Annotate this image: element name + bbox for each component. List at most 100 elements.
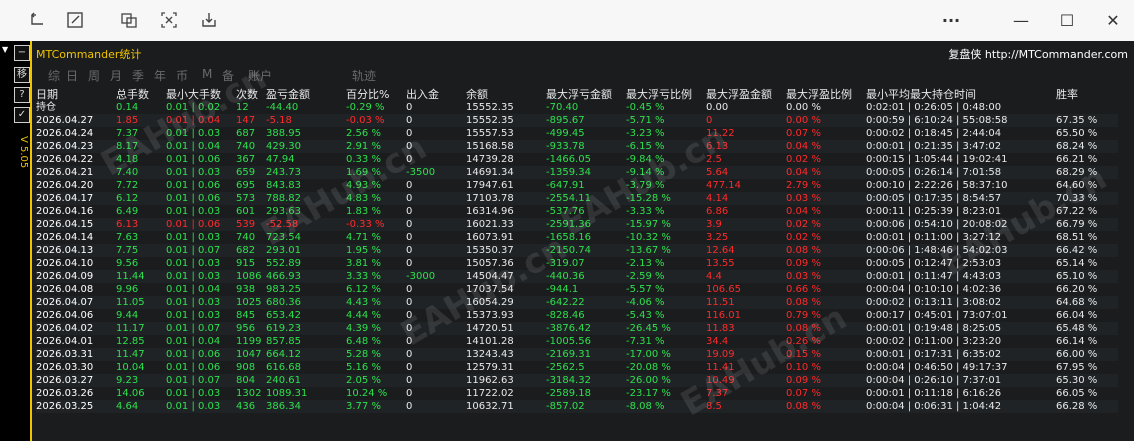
tab-9[interactable]: 账户 — [248, 67, 272, 84]
table-cell: 0:00:06 | 0:54:10 | 20:08:02 — [866, 218, 1056, 231]
column-header[interactable]: 最大浮亏金额 — [546, 88, 626, 101]
column-header[interactable]: 盈亏金额 — [266, 88, 346, 101]
table-row[interactable]: 2026.03.27 9.23 0.01 | 0.07 804 240.61 2.05 %… — [36, 374, 1118, 387]
table-cell: 2026.03.30 — [36, 362, 94, 373]
table-cell: -2150.74 — [546, 244, 626, 257]
table-cell: 68.51 % — [1056, 232, 1098, 243]
table-row[interactable]: 2026.04.16 6.49 0.01 | 0.03 601 293.63 1.83 %… — [36, 205, 1118, 218]
table-cell: 0.01 | 0.03 — [166, 258, 221, 269]
capture-icon[interactable] — [156, 8, 182, 32]
table-cell: 0.07 % — [786, 388, 821, 399]
table-cell: 687 — [236, 128, 256, 139]
table-cell: -8.08 % — [626, 400, 706, 413]
table-cell: 15373.93 — [466, 310, 514, 321]
column-header[interactable]: 最小平均最大持仓时间 — [866, 88, 1056, 101]
table-row[interactable]: 2026.03.26 14.06 0.01 | 0.03 1302 1089.31 10.… — [36, 387, 1118, 400]
column-header[interactable]: 最大浮盈金额 — [706, 88, 786, 101]
table-cell: 19.09 — [706, 348, 786, 361]
site-link[interactable]: 复盘侠 http://MTCommander.com — [948, 46, 1128, 62]
table-cell: 0 — [406, 206, 413, 217]
column-header[interactable]: 次数 — [236, 88, 266, 101]
table-cell: 11.22 — [706, 128, 735, 139]
tab-0[interactable]: 综 — [48, 67, 60, 84]
holding-row[interactable]: 持仓 0.14 0.01 | 0.02 12 -44.40 -0.29 % 0 15552.3… — [36, 101, 1118, 114]
table-cell: 0.02 % — [786, 218, 866, 231]
column-header[interactable]: 最小大手数 — [166, 88, 236, 101]
column-header[interactable]: 余额 — [466, 88, 546, 101]
table-cell: 0 — [406, 296, 466, 309]
column-header[interactable]: 胜率 — [1056, 88, 1118, 101]
table-row[interactable]: 2026.03.25 4.64 0.01 | 0.03 436 386.34 3.77 %… — [36, 400, 1118, 413]
table-row[interactable]: 2026.04.06 9.44 0.01 | 0.03 845 653.42 4.44 %… — [36, 309, 1118, 322]
table-cell: 0:00:05 | 0:17:35 | 8:54:57 — [866, 192, 1056, 205]
table-cell: 0.01 | 0.06 — [166, 348, 236, 361]
column-header[interactable]: 百分比% — [346, 88, 406, 101]
table-row[interactable]: 2026.04.10 9.56 0.01 | 0.03 915 552.89 3.81 %… — [36, 257, 1118, 270]
tab-5[interactable]: 年 — [154, 67, 166, 84]
table-cell: 915 — [236, 258, 256, 269]
table-cell: 1089.31 — [266, 388, 308, 399]
table-cell: 0.07 % — [786, 128, 821, 139]
table-row[interactable]: 2026.04.20 7.72 0.01 | 0.06 695 843.83 4.93 %… — [36, 179, 1118, 192]
tab-3[interactable]: 月 — [110, 67, 122, 84]
table-cell: 64.68 % — [1056, 296, 1118, 309]
table-cell: 0.01 | 0.06 — [166, 154, 221, 165]
column-header[interactable]: 总手数 — [116, 88, 166, 101]
table-cell: 4.93 % — [346, 180, 381, 191]
table-cell: -70.40 — [546, 102, 579, 113]
table-row[interactable]: 2026.03.30 10.04 0.01 | 0.06 908 616.68 5.16 … — [36, 361, 1118, 374]
column-header[interactable]: 出入金 — [406, 88, 466, 101]
check-icon[interactable]: ✓ — [14, 107, 30, 123]
table-row[interactable]: 2026.03.31 11.47 0.01 | 0.06 1047 664.12 5.28… — [36, 348, 1118, 361]
table-cell: -26.45 % — [626, 322, 706, 335]
tab-7[interactable]: M — [202, 67, 212, 81]
table-cell: 11.05 — [116, 296, 166, 309]
download-icon[interactable] — [196, 8, 222, 32]
table-row[interactable]: 2026.04.14 7.63 0.01 | 0.03 740 723.54 4.71 %… — [36, 231, 1118, 244]
column-header[interactable]: 日期 — [36, 88, 116, 101]
table-row[interactable]: 2026.04.17 6.12 0.01 | 0.06 573 788.82 4.83 %… — [36, 192, 1118, 205]
table-row[interactable]: 2026.04.13 7.75 0.01 | 0.07 682 293.01 1.95 %… — [36, 244, 1118, 257]
tab-8[interactable]: 备 — [222, 67, 234, 84]
table-row[interactable]: 2026.04.21 7.40 0.01 | 0.03 659 243.73 1.69 %… — [36, 166, 1118, 179]
move-icon[interactable]: 移 — [14, 67, 30, 83]
table-cell: 0 — [406, 180, 413, 191]
table-row[interactable]: 2026.04.24 7.37 0.01 | 0.03 687 388.95 2.56 %… — [36, 127, 1118, 140]
maximize-icon[interactable]: ☐ — [1050, 8, 1084, 32]
undo-icon[interactable] — [24, 8, 50, 32]
edit-icon[interactable] — [62, 8, 88, 32]
table-row[interactable]: 2026.04.27 1.85 0.01 | 0.04 147 -5.18 -0.03 %… — [36, 114, 1118, 127]
tab-4[interactable]: 季 — [132, 67, 144, 84]
table-row[interactable]: 2026.04.02 11.17 0.01 | 0.07 956 619.23 4.39 … — [36, 322, 1118, 335]
table-row[interactable]: 2026.04.07 11.05 0.01 | 0.03 1025 680.36 4.43… — [36, 296, 1118, 309]
table-cell: 66.04 % — [1056, 310, 1098, 321]
table-cell: -13.67 % — [626, 244, 706, 257]
minimize-icon[interactable]: — — [1004, 8, 1038, 32]
table-row[interactable]: 2026.04.09 11.44 0.01 | 0.03 1086 466.93 3.33… — [36, 270, 1118, 283]
collapse-arrow-icon[interactable]: ▼ — [2, 45, 8, 54]
table-cell: 12579.31 — [466, 362, 514, 373]
tab-2[interactable]: 周 — [88, 67, 100, 84]
tab-6[interactable]: 币 — [176, 67, 188, 84]
tab-1[interactable]: 日 — [66, 67, 78, 84]
table-cell: 0:00:01 | 0:21:35 | 3:47:02 — [866, 140, 1056, 153]
table-cell: 2026.04.08 — [36, 284, 94, 295]
table-row[interactable]: 2026.04.22 4.18 0.01 | 0.06 367 47.94 0.33 % 0… — [36, 153, 1118, 166]
close-icon[interactable]: ✕ — [1096, 8, 1130, 32]
translate-icon[interactable] — [116, 8, 142, 32]
column-header[interactable]: 最大浮亏比例 — [626, 88, 706, 101]
column-header[interactable]: 最大浮盈比例 — [786, 88, 866, 101]
tab-10[interactable]: 轨迹 — [352, 67, 376, 84]
table-cell: 12.64 — [706, 244, 786, 257]
table-row[interactable]: 2026.04.23 8.17 0.01 | 0.04 740 429.30 2.91 %… — [36, 140, 1118, 153]
more-icon[interactable]: ··· — [934, 8, 968, 32]
table-cell: 10.49 — [706, 374, 786, 387]
minimize-panel-icon[interactable]: − — [14, 45, 30, 61]
help-icon[interactable]: ? — [14, 87, 30, 103]
table-cell: 13.55 — [706, 258, 735, 269]
table-cell: 0.03 % — [786, 192, 866, 205]
table-row[interactable]: 2026.04.15 6.13 0.01 | 0.06 539 -52.58 -0.33 … — [36, 218, 1118, 231]
table-row[interactable]: 2026.04.08 9.96 0.01 | 0.04 938 983.25 6.12 %… — [36, 283, 1118, 296]
table-cell: 0.10 % — [786, 362, 821, 373]
table-row[interactable]: 2026.04.01 12.85 0.01 | 0.04 1199 857.85 6.48… — [36, 335, 1118, 348]
